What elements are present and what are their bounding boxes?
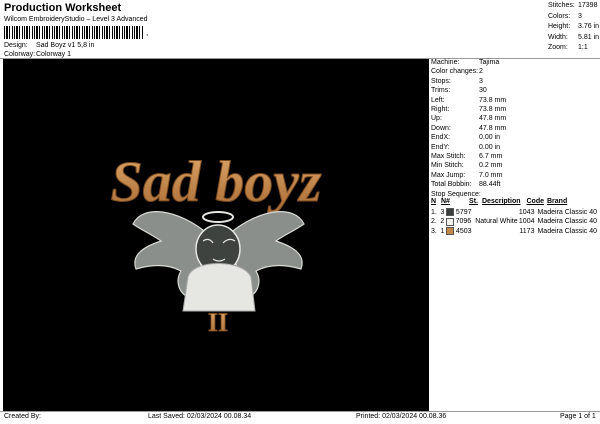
software-subtitle: Wilcom EmbroideryStudio – Level 3 Advanc… (4, 16, 148, 23)
machine-info-row: Color changes: 2 (431, 68, 597, 77)
machine-info-value: 47.8 mm (479, 115, 507, 123)
machine-info-label: Down: (431, 124, 451, 132)
machine-info-value: 2 (479, 68, 483, 76)
thread-color-swatch (446, 227, 454, 236)
colorway-value: Colorway 1 (36, 51, 72, 58)
machine-info-label: Trims: (431, 87, 451, 95)
stat-height: Height: 3.76 in (548, 23, 600, 30)
thread-color-swatch (446, 208, 454, 217)
stop-stitches: 4503 (455, 227, 472, 235)
header-st: St. (469, 198, 478, 206)
machine-info-value: 73.8 mm (479, 105, 507, 113)
machine-info-row: Total Bobbin: 88.44ft (431, 181, 597, 190)
worksheet-title: Production Worksheet (4, 2, 122, 14)
stop-brand: Madeira Classic 40 (537, 218, 598, 226)
stop-code: 1043 (518, 208, 535, 216)
machine-info-label: EndX: (431, 134, 451, 142)
stat-stitches: Stitches: 17398 (548, 2, 598, 9)
header-n: N (431, 198, 437, 206)
machine-info-row: Min Stitch: 0.2 mm (431, 162, 597, 171)
stop-description: Natural White (475, 218, 518, 226)
machine-info-value: 0.00 in (479, 134, 501, 142)
footer-page: Page 1 of 1 (560, 413, 596, 420)
header-code: Code (526, 198, 545, 206)
barcode-mark: , (146, 28, 149, 37)
machine-info-label: Min Stitch: (431, 162, 464, 170)
footer-created-by: Created By: (4, 413, 41, 420)
machine-info-value: 47.8 mm (479, 124, 507, 132)
machine-info-value: 3 (479, 77, 483, 85)
design-label: Design: (4, 42, 28, 49)
stop-sequence-title: Stop Sequence: (431, 191, 481, 199)
machine-info-value: 6.7 mm (479, 152, 503, 160)
stop-code: 1173 (519, 227, 535, 235)
stat-width: Width: 5.81 in (548, 33, 600, 41)
machine-info-label: Up: (431, 115, 442, 123)
machine-info-row: Trims: 30 (431, 87, 597, 96)
stop-sequence-row: 2. 2 7096 Natural White 1004 Madeira Classic … (431, 217, 597, 227)
footer-last-saved: Last Saved: 02/03/2024 00.08.34 (148, 413, 252, 420)
machine-info-row: Right: 73.8 mm (431, 106, 597, 115)
angel-figure (132, 211, 305, 312)
stop-stitches: 5797 (455, 208, 472, 216)
header-brand: Brand (547, 198, 568, 206)
stop-code: 1004 (518, 218, 535, 226)
machine-info-row: Down: 47.8 mm (431, 125, 597, 134)
colorway-row: Colorway: Colorway 1 (4, 51, 71, 58)
machine-info-row: EndY: 0.00 in (431, 144, 597, 153)
machine-info-label: Right: (431, 105, 450, 113)
design-row: Design: Sad Boyz v1 5,8 in (4, 42, 94, 49)
machine-info-label: Max Jump: (431, 171, 466, 179)
machine-info-row: EndX: 0.00 in (431, 134, 597, 143)
stop-brand: Madeira Classic 40 (537, 208, 597, 216)
header-num: N# (441, 198, 450, 206)
footer-printed: Printed: 02/03/2024 00.08.36 (356, 413, 447, 420)
machine-info-value: 73.8 mm (479, 96, 507, 104)
machine-info-row: Machine: Tajima (431, 59, 597, 68)
stop-index: 2. (431, 218, 437, 226)
header-description: Description (482, 198, 521, 206)
stop-stitches: 7096 (455, 218, 472, 226)
stop-index: 3. (431, 227, 437, 235)
stats-panel: Stitches: 17398 Colors: 3 Height: 3.76 in W… (548, 2, 599, 55)
machine-info-row: Max Stitch: 6.7 mm (431, 153, 597, 162)
stat-colors: Colors: 3 (548, 12, 582, 20)
machine-info-value: 0.00 in (479, 143, 501, 151)
design-preview: Sad boyz II (3, 59, 429, 411)
machine-info-row: Stops: 3 (431, 78, 597, 87)
machine-info-label: Max Stitch: (431, 152, 466, 160)
machine-info-label: Total Bobbin: (431, 181, 472, 189)
machine-info-row: Max Jump: 7.0 mm (431, 172, 597, 181)
machine-info-row: Up: 47.8 mm (431, 115, 597, 124)
design-text-main: Sad boyz (110, 149, 322, 214)
machine-info-row: Left: 73.8 mm (431, 97, 597, 106)
footer-divider (0, 411, 600, 412)
stop-sequence-row: 3. 1 4503 1173 Madeira Classic 40 (431, 226, 597, 236)
stop-index: 1. (431, 208, 437, 216)
machine-info-label: Left: (431, 96, 445, 104)
machine-info-panel: Machine: Tajima Color changes: 2 Stops: 3 Trim… (431, 59, 597, 236)
machine-info-label: EndY: (431, 143, 450, 151)
stat-zoom: Zoom: 1:1 (548, 44, 588, 51)
machine-info-label: Stops: (431, 77, 451, 85)
design-value: Sad Boyz v1 5,8 in (36, 42, 95, 49)
embroidery-artwork: Sad boyz II (110, 149, 323, 338)
machine-info-value: 0.2 mm (479, 162, 503, 170)
stop-sequence-row: 1. 3 5797 1043 Madeira Classic 40 (431, 207, 597, 217)
machine-info-label: Color changes: (431, 68, 479, 76)
stop-brand: Madeira Classic 40 (537, 227, 597, 235)
colorway-label: Colorway: (4, 51, 36, 58)
machine-info-value: 30 (479, 87, 487, 95)
machine-info-label: Machine: (431, 59, 460, 66)
thread-color-swatch (446, 217, 454, 226)
machine-info-value: 7.0 mm (479, 171, 503, 179)
stop-sequence-header: N N# St. Description Code Brand (431, 198, 597, 207)
machine-info-value: Tajima (479, 59, 500, 66)
barcode (4, 26, 144, 39)
machine-info-value: 88.44ft (479, 181, 501, 189)
design-text-numeral: II (208, 308, 228, 337)
